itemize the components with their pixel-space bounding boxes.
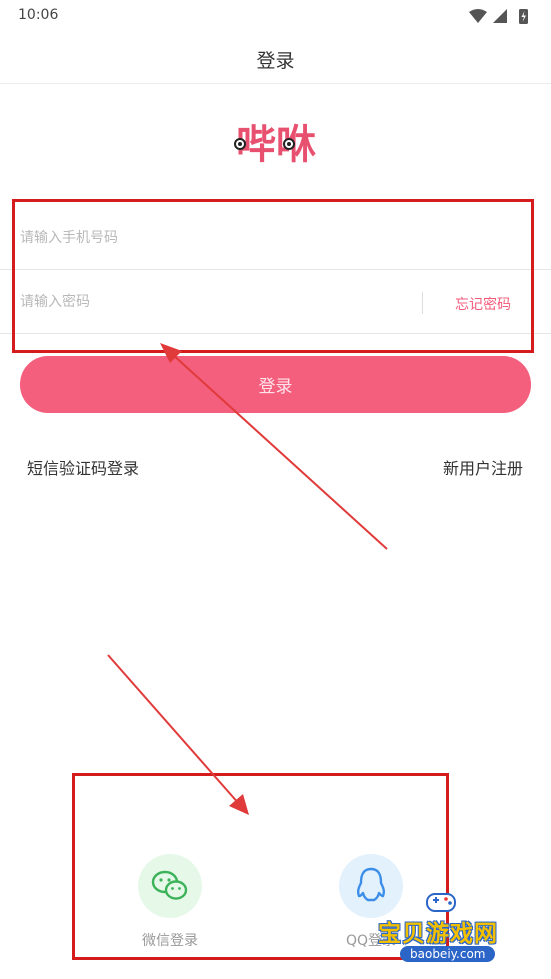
logo-text: 哔咻 — [236, 122, 316, 168]
annotation-box-login-fields — [12, 199, 534, 353]
nav-bar: 登录 — [0, 32, 551, 84]
watermark: 宝贝游戏网 baobeiy.com — [372, 888, 548, 972]
app-logo: 哔咻 — [234, 122, 316, 168]
page-title: 登录 — [256, 50, 295, 72]
signal-icon — [493, 9, 507, 23]
status-icons — [469, 9, 528, 24]
watermark-domain: baobeiy.com — [400, 946, 496, 962]
register-link[interactable]: 新用户注册 — [443, 455, 523, 479]
login-button[interactable]: 登录 — [20, 356, 531, 413]
status-bar: 10:06 — [0, 0, 551, 32]
gamepad-icon — [426, 893, 456, 912]
wifi-icon — [469, 9, 487, 23]
watermark-title: 宝贝游戏网 — [378, 921, 498, 947]
status-time: 10:06 — [18, 7, 59, 23]
sms-login-link[interactable]: 短信验证码登录 — [27, 455, 139, 479]
